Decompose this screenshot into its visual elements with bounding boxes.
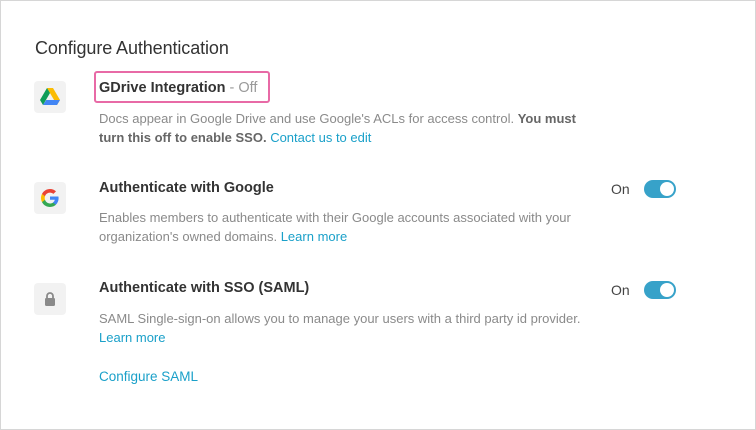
google-toggle-group: On	[611, 180, 676, 198]
sso-description: SAML Single-sign-on allows you to manage…	[99, 309, 589, 347]
gdrive-title: GDrive Integration	[99, 80, 226, 96]
sso-desc-text: SAML Single-sign-on allows you to manage…	[99, 311, 581, 326]
sso-auth-toggle[interactable]	[643, 281, 676, 299]
page-title: Configure Authentication	[35, 38, 229, 58]
sso-icon-box	[34, 283, 66, 315]
gdrive-desc-text: Docs appear in Google Drive and use Goog…	[99, 111, 518, 126]
sso-toggle-label: On	[611, 282, 630, 298]
google-toggle-label: On	[611, 181, 630, 197]
gdrive-title-row: GDrive Integration - Off	[99, 80, 257, 96]
google-drive-icon	[40, 88, 60, 105]
lock-icon	[45, 292, 55, 306]
sso-learn-more-link[interactable]: Learn more	[99, 330, 165, 345]
google-learn-more-link[interactable]: Learn more	[281, 229, 347, 244]
toggle-knob	[659, 182, 674, 196]
toggle-knob	[659, 283, 674, 297]
settings-panel: Configure Authentication GDrive Integrat…	[0, 0, 756, 430]
google-g-icon	[41, 189, 59, 207]
google-auth-toggle[interactable]	[643, 180, 676, 198]
gdrive-description: Docs appear in Google Drive and use Goog…	[99, 109, 599, 147]
google-icon-box	[34, 182, 66, 214]
gdrive-icon-box	[34, 81, 66, 113]
gdrive-status: - Off	[225, 80, 258, 96]
sso-title: Authenticate with SSO (SAML)	[99, 280, 310, 296]
google-description: Enables members to authenticate with the…	[99, 208, 579, 246]
google-title: Authenticate with Google	[99, 180, 274, 196]
contact-us-link[interactable]: Contact us to edit	[270, 130, 371, 145]
configure-saml-link[interactable]: Configure SAML	[99, 369, 198, 384]
sso-toggle-group: On	[611, 281, 676, 299]
